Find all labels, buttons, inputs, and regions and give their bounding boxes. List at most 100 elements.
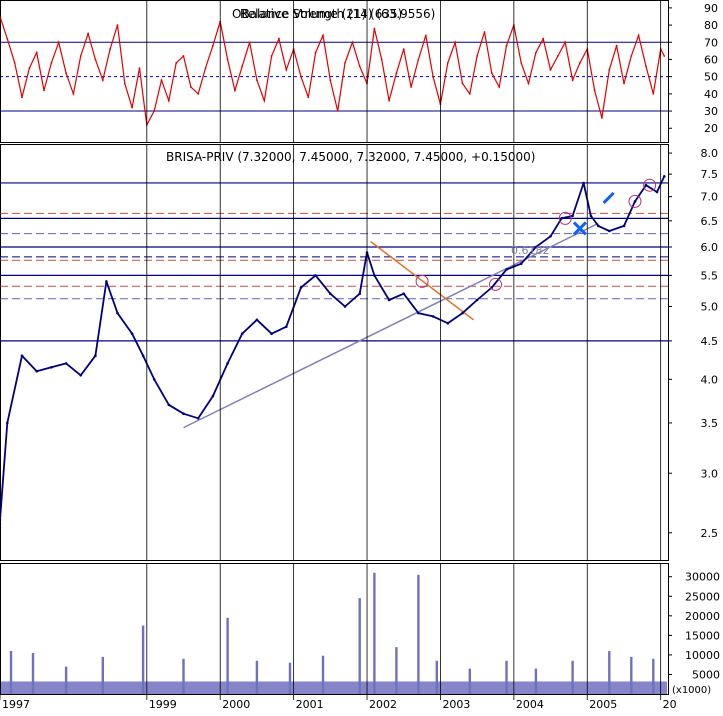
price-point [608, 229, 611, 233]
x-tick-label: 2003 [442, 698, 470, 711]
volume-bar [182, 658, 185, 694]
price-tick-label: 5.0 [701, 300, 719, 313]
price-point [663, 175, 666, 178]
rsi-point [468, 93, 471, 95]
volume-panel-frame [0, 563, 669, 695]
rsi-point [461, 82, 464, 85]
rsi-point [6, 37, 9, 40]
price-point [358, 292, 362, 296]
rsi-point [314, 51, 317, 54]
rsi-point [549, 68, 552, 71]
stock-chart: 90 80 70 60 50 40 30 20 8.0 7.5 7.0 6.5 6.0 5.5 5.0 4.… [0, 0, 720, 711]
volume-bar [652, 658, 655, 694]
rsi-point [285, 68, 288, 71]
volume-bar [358, 598, 361, 694]
price-point [475, 298, 479, 302]
rsi-point [505, 44, 508, 47]
rsi-point [322, 34, 324, 37]
rsi-point [417, 58, 420, 61]
price-point [431, 315, 435, 318]
rsi-tick-label: 40 [704, 88, 718, 101]
rsi-point [270, 55, 273, 57]
price-point [402, 292, 406, 296]
price-point [387, 298, 391, 302]
price-point [255, 318, 259, 322]
rsi-point [248, 41, 251, 44]
volume-bar [321, 655, 325, 694]
volume-bar [255, 660, 259, 694]
price-point [196, 417, 200, 420]
volume-bar [64, 666, 68, 694]
volume-bar [226, 617, 229, 694]
rsi-tick-label: 90 [704, 2, 718, 15]
fib-annotation: 0.6182 [511, 244, 550, 257]
rsi-point [101, 79, 104, 81]
volume-tick-label: 20000 [685, 610, 720, 623]
rsi-point [234, 89, 236, 92]
price-point [505, 268, 508, 271]
rsi-point [424, 34, 427, 37]
price-point [226, 362, 229, 365]
price-point [549, 235, 552, 238]
volume-bar [534, 668, 538, 694]
rsi-point [490, 72, 493, 75]
price-point [622, 224, 626, 228]
volume-tick-label: 10000 [685, 649, 720, 662]
rsi-point [160, 79, 163, 81]
price-point [314, 274, 317, 277]
rsi-point [212, 44, 214, 47]
x-tick-label: 2001 [296, 698, 324, 711]
price-point [343, 305, 347, 308]
rsi-point [615, 44, 618, 47]
rsi-point [226, 58, 229, 61]
rsi-point [388, 99, 390, 102]
rsi-tick-label: 20 [704, 122, 718, 135]
volume-bar [31, 653, 35, 694]
price-point [167, 403, 171, 407]
rsi-point [197, 93, 200, 95]
rsi-point [454, 41, 456, 44]
x-tick-label: 1997 [2, 698, 30, 711]
volume-bar [373, 572, 376, 694]
rsi-point [593, 89, 596, 92]
volume-tick-label: 30000 [685, 571, 720, 584]
rsi-point [123, 82, 126, 85]
rsi-point [608, 68, 611, 71]
price-point [50, 366, 53, 369]
rsi-panel-frame [0, 0, 669, 143]
price-point [461, 311, 464, 315]
rsi-point [476, 55, 478, 57]
price-point [152, 378, 156, 381]
rsi-point [182, 55, 185, 57]
rsi-point [637, 34, 640, 37]
volume-baseline-band [1, 681, 667, 694]
price-point [20, 354, 24, 358]
rsi-point [204, 67, 207, 69]
rsi-point [57, 41, 60, 44]
volume-bar [435, 660, 438, 694]
price-point [597, 224, 600, 228]
rsi-point [28, 67, 31, 69]
volume-tick-label: 5000 [692, 668, 720, 681]
rsi-point [402, 48, 405, 50]
rsi-point [307, 96, 310, 99]
rsi-point [329, 79, 332, 81]
volume-bar [468, 668, 471, 694]
rsi-point [527, 82, 530, 85]
price-point [589, 214, 593, 218]
rsi-point [483, 31, 486, 33]
price-point [94, 354, 97, 358]
rsi-tick-label: 80 [704, 19, 718, 32]
price-point [141, 354, 145, 358]
rsi-tick-label: 30 [704, 105, 718, 118]
rsi-point [256, 79, 258, 81]
price-tick-label: 5.5 [701, 269, 719, 282]
rsi-point [43, 89, 45, 92]
rsi-point [652, 93, 655, 95]
price-point [329, 292, 332, 296]
rsi-point [446, 62, 449, 64]
rsi-point [645, 65, 647, 68]
rsi-point [564, 41, 567, 44]
rsi-point [167, 99, 170, 102]
rsi-point [190, 86, 192, 88]
